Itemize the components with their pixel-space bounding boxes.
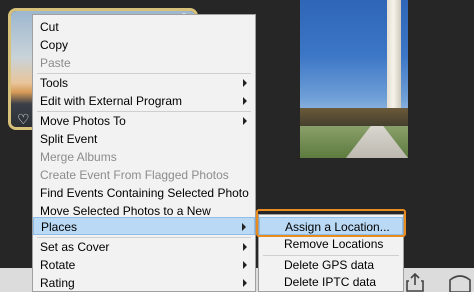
submenu-arrow-icon [243, 279, 247, 287]
menu-item-edit-external[interactable]: Edit with External Program [33, 92, 255, 110]
menu-item-places[interactable]: Places [33, 217, 255, 235]
submenu-item-remove-locations[interactable]: Remove Locations [259, 235, 403, 253]
submenu-item-delete-iptc[interactable]: Delete IPTC data [259, 273, 403, 291]
submenu-item-delete-gps[interactable]: Delete GPS data [259, 256, 403, 274]
menu-item-split-event[interactable]: Split Event [33, 130, 255, 148]
submenu-arrow-icon [243, 97, 247, 105]
places-submenu: Assign a Location... Remove Locations De… [258, 214, 404, 292]
menu-item-move-photos-to[interactable]: Move Photos To [33, 112, 255, 130]
submenu-arrow-icon [242, 223, 246, 231]
submenu-arrow-icon [243, 79, 247, 87]
menu-item-label: Rotate [40, 258, 76, 272]
menu-item-label: Find Events Containing Selected Photo [40, 186, 249, 200]
menu-item-label: Copy [40, 38, 69, 52]
submenu-arrow-icon [243, 261, 247, 269]
menu-item-label: Move Photos To [40, 114, 126, 128]
menu-item-cut[interactable]: Cut [33, 18, 255, 36]
submenu-item-label: Remove Locations [284, 237, 384, 251]
menu-item-set-as-cover[interactable]: Set as Cover [33, 238, 255, 256]
menu-item-label: Edit with External Program [40, 94, 183, 108]
menu-item-label: Set as Cover [40, 240, 110, 254]
menu-item-tools[interactable]: Tools [33, 74, 255, 92]
monument-shape [387, 0, 401, 124]
submenu-arrow-icon [243, 117, 247, 125]
photo-thumbnail-monument[interactable] [300, 0, 408, 158]
menu-item-label: Split Event [40, 132, 98, 146]
share-icon[interactable] [404, 272, 426, 292]
menu-item-merge-albums[interactable]: Merge Albums [33, 148, 255, 166]
submenu-item-label: Assign a Location... [285, 220, 390, 234]
submenu-item-label: Delete IPTC data [284, 275, 377, 289]
submenu-item-label: Delete GPS data [284, 258, 375, 272]
submenu-item-assign-location[interactable]: Assign a Location... [259, 217, 403, 235]
menu-item-rotate[interactable]: Rotate [33, 256, 255, 274]
menu-item-label: Places [41, 220, 78, 234]
context-menu: Cut Copy Paste Tools Edit with External … [32, 14, 256, 292]
menu-item-label: Paste [40, 56, 71, 70]
menu-item-paste[interactable]: Paste [33, 54, 255, 72]
submenu-arrow-icon [243, 243, 247, 251]
menu-item-label: Merge Albums [40, 150, 117, 164]
menu-item-find-events[interactable]: Find Events Containing Selected Photo [33, 184, 255, 202]
menu-item-label: Create Event From Flagged Photos [40, 168, 229, 182]
heart-icon[interactable]: ♡ [17, 111, 30, 127]
menu-item-label: Rating [40, 276, 75, 290]
box-icon[interactable] [446, 272, 474, 292]
menu-item-label: Tools [40, 76, 69, 90]
menu-item-create-event[interactable]: Create Event From Flagged Photos [33, 166, 255, 184]
menu-item-rating[interactable]: Rating [33, 274, 255, 292]
menu-item-copy[interactable]: Copy [33, 36, 255, 54]
menu-item-label: Cut [40, 20, 59, 34]
